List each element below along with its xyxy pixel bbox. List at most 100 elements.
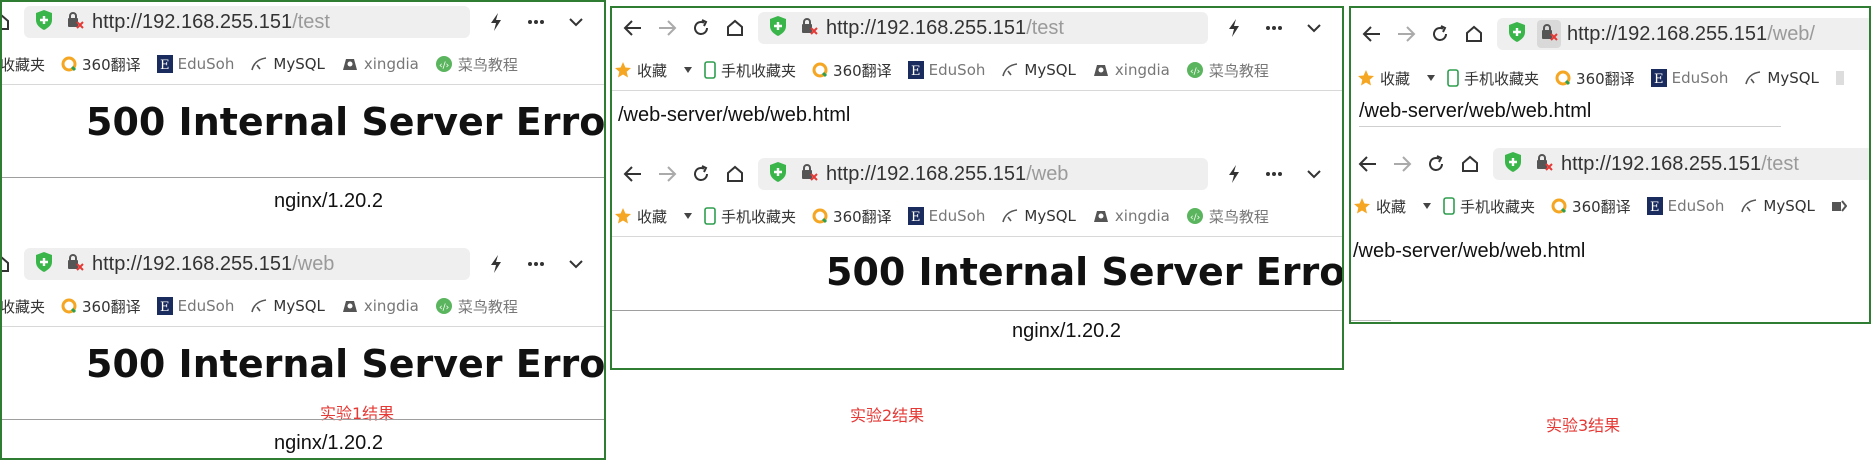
home-icon[interactable] bbox=[1453, 147, 1487, 181]
bookmark-mysql[interactable]: MySQL bbox=[1744, 69, 1819, 87]
bookmark-mobile-favorites[interactable]: 手机收藏夹 bbox=[1443, 196, 1535, 217]
more-icon[interactable] bbox=[1254, 171, 1294, 177]
address-bar[interactable]: http://192.168.255.151/web bbox=[24, 248, 470, 280]
bookmark-360-translate[interactable]: 360翻译 bbox=[812, 60, 892, 81]
insecure-lock-icon[interactable] bbox=[800, 17, 818, 39]
caret-down-icon[interactable] bbox=[683, 66, 698, 74]
back-arrow-icon[interactable] bbox=[616, 157, 650, 191]
bookmark-edusoho[interactable]: E EduSoh bbox=[156, 297, 234, 315]
url-text[interactable]: http://192.168.255.151/test bbox=[92, 11, 330, 34]
bookmark-favorites-folder[interactable]: 收藏夹 bbox=[2, 296, 45, 317]
error-heading: 500 Internal Server Error bbox=[826, 250, 1342, 294]
forward-arrow-icon[interactable] bbox=[650, 11, 684, 45]
url-text[interactable]: http://192.168.255.151/web/ bbox=[1567, 23, 1815, 46]
bookmark-edusoho[interactable]: E EduSoh bbox=[907, 207, 985, 225]
reload-icon[interactable] bbox=[1423, 17, 1457, 51]
chevron-down-icon[interactable] bbox=[1294, 169, 1334, 179]
caret-down-icon[interactable] bbox=[1426, 74, 1441, 82]
bookmark-edusoho[interactable]: E EduSoh bbox=[907, 61, 985, 79]
bookmark-xingdia[interactable]: xingdia bbox=[1092, 207, 1170, 225]
address-bar[interactable]: http://192.168.255.151/web bbox=[758, 158, 1208, 190]
error-heading: 500 Internal Server Error bbox=[86, 100, 604, 144]
bookmark-favorites-folder[interactable]: 收藏夹 bbox=[2, 54, 45, 75]
back-arrow-icon[interactable] bbox=[1351, 147, 1385, 181]
bookmark-xingdia[interactable]: xingdia bbox=[341, 55, 419, 73]
bookmarks-overflow-icon[interactable] bbox=[1835, 70, 1850, 86]
home-icon[interactable] bbox=[718, 157, 752, 191]
insecure-lock-icon[interactable] bbox=[66, 253, 84, 275]
more-icon[interactable] bbox=[1254, 25, 1294, 31]
bookmark-runoob[interactable]: ‹/› 菜鸟教程 bbox=[1186, 60, 1269, 81]
bookmark-mysql[interactable]: MySQL bbox=[250, 55, 325, 73]
address-bar[interactable]: http://192.168.255.151/test bbox=[24, 6, 470, 38]
bookmark-mysql[interactable]: MySQL bbox=[250, 297, 325, 315]
back-arrow-icon[interactable] bbox=[1355, 17, 1389, 51]
lightning-icon[interactable] bbox=[1214, 164, 1254, 184]
bookmark-favorites[interactable]: 收藏 bbox=[1353, 196, 1406, 217]
forward-arrow-icon[interactable] bbox=[1389, 17, 1423, 51]
bookmark-mobile-favorites[interactable]: 手机收藏夹 bbox=[1447, 68, 1539, 89]
bookmark-edusoho[interactable]: E EduSoh bbox=[156, 55, 234, 73]
lightning-icon[interactable] bbox=[476, 254, 516, 274]
bookmark-edusoho[interactable]: E EduSoh bbox=[1646, 197, 1724, 215]
back-arrow-icon[interactable] bbox=[616, 11, 650, 45]
bookmark-runoob[interactable]: ‹/› 菜鸟教程 bbox=[435, 296, 518, 317]
bookmark-runoob[interactable]: ‹/› 菜鸟教程 bbox=[1186, 206, 1269, 227]
bookmark-360-translate[interactable]: 360翻译 bbox=[61, 54, 141, 75]
address-bar[interactable]: http://192.168.255.151/test bbox=[1493, 148, 1869, 180]
lightning-icon[interactable] bbox=[476, 12, 516, 32]
chevron-down-icon[interactable] bbox=[1294, 23, 1334, 33]
bookmark-xingdia[interactable]: xingdia bbox=[1092, 61, 1170, 79]
bookmark-mysql[interactable]: MySQL bbox=[1740, 197, 1815, 215]
forward-arrow-icon[interactable] bbox=[650, 157, 684, 191]
address-bar[interactable]: http://192.168.255.151/test bbox=[758, 12, 1208, 44]
bookmark-runoob[interactable]: ‹/› 菜鸟教程 bbox=[435, 54, 518, 75]
bookmark-mobile-favorites[interactable]: 手机收藏夹 bbox=[704, 206, 796, 227]
home-icon[interactable] bbox=[2, 247, 18, 281]
bookmarks-bar: 收藏 手机收藏夹 360翻译 E EduSoh MySQL bbox=[1351, 186, 1869, 226]
insecure-lock-icon[interactable] bbox=[1537, 20, 1561, 48]
shield-icon bbox=[1507, 21, 1527, 47]
error-heading: 500 Internal Server Error bbox=[86, 342, 604, 386]
more-icon[interactable] bbox=[516, 19, 556, 25]
insecure-lock-icon[interactable] bbox=[800, 163, 818, 185]
divider bbox=[1351, 320, 1391, 321]
bookmark-360-translate[interactable]: 360翻译 bbox=[1555, 68, 1635, 89]
address-bar[interactable]: http://192.168.255.151/web/ bbox=[1497, 18, 1869, 50]
lightning-icon[interactable] bbox=[1214, 18, 1254, 38]
forward-arrow-icon[interactable] bbox=[1385, 147, 1419, 181]
more-icon[interactable] bbox=[516, 261, 556, 267]
url-text[interactable]: http://192.168.255.151/web bbox=[92, 253, 334, 276]
bookmark-favorites[interactable]: 收藏 bbox=[614, 206, 667, 227]
bookmark-mobile-favorites[interactable]: 手机收藏夹 bbox=[704, 60, 796, 81]
exp2-bottom-window: http://192.168.255.151/web 收藏 手机收藏夹 360翻… bbox=[612, 154, 1342, 368]
bookmarks-overflow-icon[interactable] bbox=[1831, 198, 1852, 214]
bookmark-edusoho[interactable]: E EduSoh bbox=[1650, 69, 1728, 87]
svg-text:E: E bbox=[160, 58, 170, 73]
home-icon[interactable] bbox=[1457, 17, 1491, 51]
url-text[interactable]: http://192.168.255.151/test bbox=[1561, 153, 1799, 176]
reload-icon[interactable] bbox=[684, 11, 718, 45]
bookmark-mysql[interactable]: MySQL bbox=[1001, 61, 1076, 79]
url-text[interactable]: http://192.168.255.151/web bbox=[826, 163, 1068, 186]
bookmark-360-translate[interactable]: 360翻译 bbox=[61, 296, 141, 317]
chevron-down-icon[interactable] bbox=[556, 17, 596, 27]
bookmark-xingdia[interactable]: xingdia bbox=[341, 297, 419, 315]
bookmark-360-translate[interactable]: 360翻译 bbox=[812, 206, 892, 227]
home-icon[interactable] bbox=[2, 5, 18, 39]
caret-down-icon[interactable] bbox=[1422, 202, 1437, 210]
bookmark-360-translate[interactable]: 360翻译 bbox=[1551, 196, 1631, 217]
bookmark-favorites[interactable]: 收藏 bbox=[614, 60, 667, 81]
url-text[interactable]: http://192.168.255.151/test bbox=[826, 17, 1064, 40]
caret-down-icon[interactable] bbox=[683, 212, 698, 220]
bookmark-favorites[interactable]: 收藏 bbox=[1357, 68, 1410, 89]
insecure-lock-icon[interactable] bbox=[66, 11, 84, 33]
bookmarks-bar: 收藏 手机收藏夹 360翻译 E EduSoh MySQL xingdia ‹/›… bbox=[612, 50, 1342, 91]
bookmark-mysql[interactable]: MySQL bbox=[1001, 207, 1076, 225]
reload-icon[interactable] bbox=[684, 157, 718, 191]
chevron-down-icon[interactable] bbox=[556, 259, 596, 269]
reload-icon[interactable] bbox=[1419, 147, 1453, 181]
exp2-top-toolbar: http://192.168.255.151/test bbox=[612, 8, 1342, 48]
insecure-lock-icon[interactable] bbox=[1535, 153, 1553, 175]
home-icon[interactable] bbox=[718, 11, 752, 45]
